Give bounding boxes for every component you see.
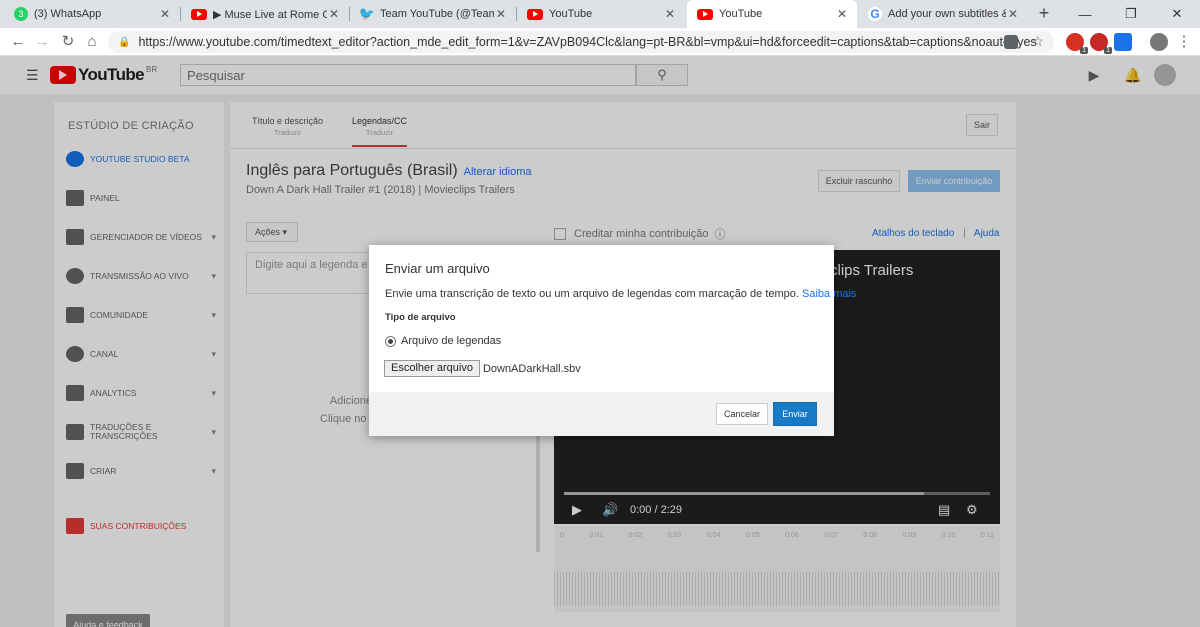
profile-avatar[interactable]: [1150, 33, 1168, 51]
tab-title: YouTube: [549, 8, 593, 20]
close-tab-icon[interactable]: ✕: [494, 7, 508, 21]
close-tab-icon[interactable]: ✕: [663, 7, 677, 21]
minimize-button[interactable]: —: [1062, 0, 1108, 28]
dialog-title: Enviar um arquivo: [385, 261, 490, 276]
tab-title: YouTube: [719, 8, 763, 20]
subtitle-file-radio[interactable]: [385, 335, 396, 347]
browser-tab-twitter[interactable]: 🐦 Team YouTube (@TeamYouTu ✕: [350, 0, 516, 28]
cancel-button[interactable]: Cancelar: [716, 403, 768, 425]
file-picker: Escolher arquivo DownADarkHall.sbv: [384, 360, 581, 377]
browser-tab-muse[interactable]: ▶ Muse Live at Rome Olymp ✕: [181, 0, 349, 28]
subtitle-file-option[interactable]: Arquivo de legendas: [385, 335, 501, 347]
youtube-icon: [697, 8, 713, 20]
forward-button[interactable]: →: [32, 32, 52, 52]
close-window-button[interactable]: ✕: [1154, 0, 1200, 28]
browser-menu-icon[interactable]: ⋮: [1174, 32, 1194, 52]
extension-icon[interactable]: 1: [1066, 33, 1088, 54]
dialog-footer: Cancelar Enviar: [369, 392, 834, 436]
translate-icon[interactable]: [1004, 35, 1018, 49]
close-tab-icon[interactable]: ✕: [327, 7, 341, 21]
lock-icon: 🔒: [118, 36, 131, 48]
browser-tab-strip: 3 (3) WhatsApp ✕ ▶ Muse Live at Rome Oly…: [0, 0, 1200, 28]
learn-more-link[interactable]: Saiba mais: [802, 288, 856, 300]
tab-title: Add your own subtitles & clo: [888, 8, 1006, 20]
selected-file-name: DownADarkHall.sbv: [482, 362, 581, 375]
youtube-icon: [191, 8, 207, 20]
youtube-icon: [527, 8, 543, 20]
reload-button[interactable]: ↻: [58, 32, 78, 52]
close-tab-icon[interactable]: ✕: [158, 7, 172, 21]
twitter-icon: 🐦: [358, 6, 376, 21]
maximize-button[interactable]: ❐: [1108, 0, 1154, 28]
browser-tab-whatsapp[interactable]: 3 (3) WhatsApp ✕: [4, 0, 180, 28]
adblock-icon[interactable]: 1: [1090, 33, 1112, 54]
back-button[interactable]: ←: [8, 32, 28, 52]
close-tab-icon[interactable]: ✕: [835, 7, 849, 21]
bookmark-star-icon[interactable]: ☆: [1031, 33, 1044, 50]
cast-icon[interactable]: [1114, 33, 1132, 51]
send-button[interactable]: Enviar: [773, 402, 817, 426]
upload-file-dialog: Enviar um arquivo Envie uma transcrição …: [369, 245, 856, 436]
tab-title: ▶ Muse Live at Rome Olymp: [213, 8, 327, 21]
address-bar[interactable]: 🔒 https://www.youtube.com/timedtext_edit…: [108, 31, 1054, 53]
browser-tab-youtube-active[interactable]: YouTube ✕: [687, 0, 857, 28]
tab-title: Team YouTube (@TeamYouTu: [380, 8, 494, 20]
tab-title: (3) WhatsApp: [34, 8, 102, 20]
close-tab-icon[interactable]: ✕: [1006, 7, 1020, 21]
browser-tab-google[interactable]: G Add your own subtitles & clo ✕: [858, 0, 1028, 28]
browser-tab-youtube[interactable]: YouTube ✕: [517, 0, 685, 28]
choose-file-button[interactable]: Escolher arquivo: [384, 360, 480, 377]
file-type-label: Tipo de arquivo: [385, 312, 456, 323]
google-icon: G: [868, 7, 882, 21]
browser-toolbar: ← → ↻ ⌂ 🔒 https://www.youtube.com/timedt…: [0, 28, 1200, 56]
dialog-description: Envie uma transcrição de texto ou um arq…: [385, 288, 857, 300]
url-text: https://www.youtube.com/timedtext_editor…: [138, 35, 1037, 49]
new-tab-button[interactable]: +: [1034, 3, 1054, 23]
home-button[interactable]: ⌂: [82, 32, 102, 52]
whatsapp-icon: 3: [14, 7, 28, 21]
